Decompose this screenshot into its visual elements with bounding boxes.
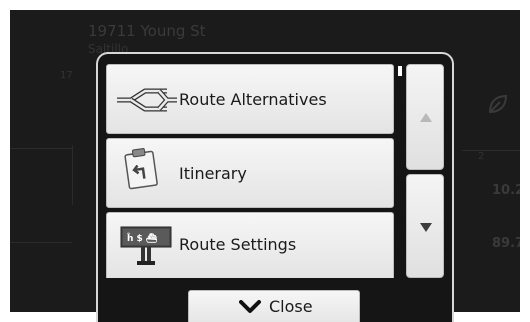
leaf-icon: [488, 94, 508, 114]
arrow-down-icon: [420, 223, 432, 232]
background-divider: [10, 148, 72, 149]
itinerary-icon: [124, 148, 158, 190]
menu-item-itinerary[interactable]: Itinerary: [106, 138, 394, 208]
background-small-label: 2: [478, 151, 485, 162]
scroll-position-indicator: [398, 66, 402, 76]
menu-item-label: Route Alternatives: [179, 90, 327, 109]
scroll-down-button[interactable]: [406, 174, 444, 278]
route-alternatives-icon: [117, 88, 177, 112]
menu-item-route-alternatives[interactable]: Route Alternatives: [106, 64, 394, 134]
background-small-label: 17: [60, 70, 73, 81]
chevron-down-icon: [239, 300, 261, 313]
scroll-up-button[interactable]: [406, 64, 444, 170]
svg-text:ĥ $ ⛴: ĥ $ ⛴: [126, 232, 158, 244]
background-value: 89.7: [492, 236, 520, 251]
background-address: 19711 Young St: [88, 22, 206, 40]
route-settings-icon: ĥ $ ⛴: [120, 226, 172, 265]
menu-item-route-settings[interactable]: ĥ $ ⛴ Route Settings: [106, 212, 394, 278]
close-button[interactable]: Close: [188, 290, 360, 322]
menu-item-label: Itinerary: [179, 164, 247, 183]
background-divider: [10, 242, 72, 243]
screen: 19711 Young St Saltillo 17 2 10.2 89.7 R…: [0, 0, 530, 322]
background-divider: [462, 150, 520, 151]
menu-item-label: Route Settings: [179, 235, 297, 254]
background-divider: [72, 145, 73, 205]
close-button-label: Close: [269, 297, 313, 316]
arrow-up-icon: [420, 113, 432, 122]
background-value: 10.2: [492, 183, 520, 198]
